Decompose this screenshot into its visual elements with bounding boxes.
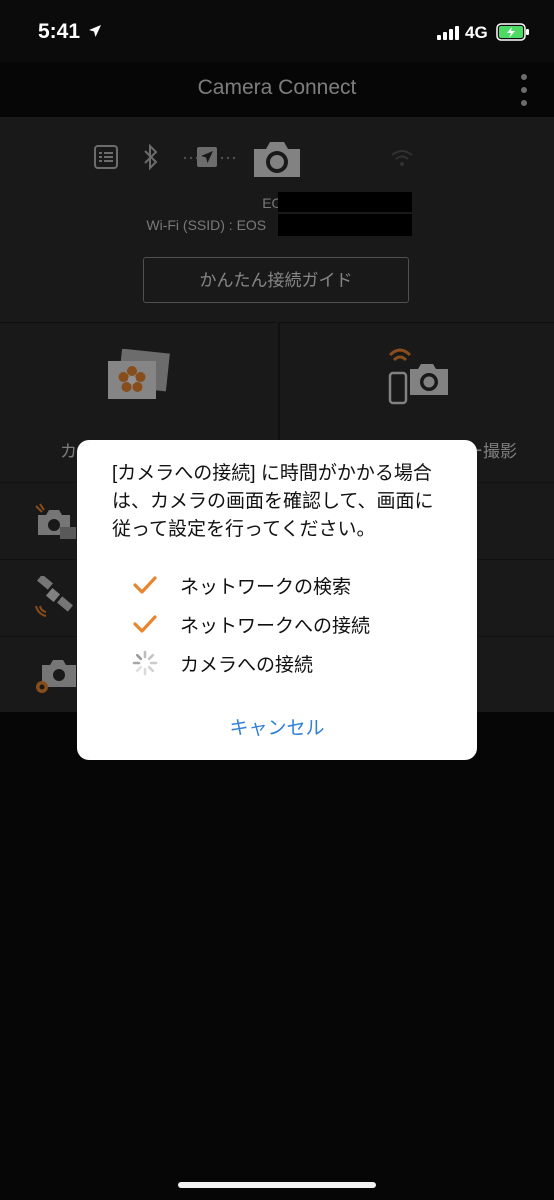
status-time: 5:41 [38,20,81,43]
status-bar: 5:41 4G [0,0,554,62]
checkmark-icon [133,615,157,633]
loading-spinner-icon [132,650,158,676]
step-label: ネットワークへの接続 [180,616,371,637]
step-network-connect: ネットワークへの接続 [132,609,452,639]
step-label: ネットワークの検索 [180,577,352,598]
cancel-button[interactable]: キャンセル [77,713,477,740]
step-label: カメラへの接続 [180,655,314,676]
home-indicator[interactable] [178,1182,376,1188]
step-camera-connect: カメラへの接続 [132,648,452,678]
step-network-search: ネットワークの検索 [132,570,452,600]
cell-signal-icon [437,26,459,40]
network-type: 4G [465,23,488,42]
checkmark-icon [133,576,157,594]
dialog-message: [カメラへの接続] に時間がかかる場合は、カメラの画面を確認して、画面に従って設… [112,463,434,540]
connecting-dialog: [カメラへの接続] に時間がかかる場合は、カメラの画面を確認して、画面に従って設… [77,440,477,760]
battery-charging-icon [496,23,529,41]
location-arrow-icon [89,25,101,37]
